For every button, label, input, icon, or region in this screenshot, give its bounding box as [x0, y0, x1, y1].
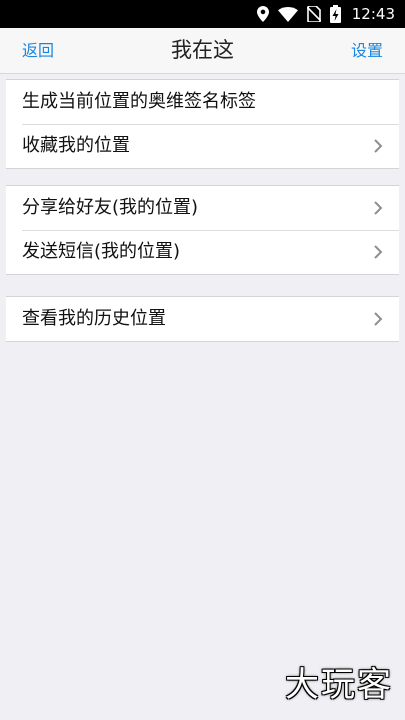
chevron-right-icon — [374, 312, 383, 326]
page-title: 我在这 — [171, 38, 234, 62]
menu-item-label: 收藏我的位置 — [22, 135, 130, 156]
chevron-right-icon — [374, 139, 383, 153]
wifi-icon — [277, 6, 298, 22]
status-icons: 12:43 — [256, 0, 395, 28]
menu-group-share: 分享给好友(我的位置) 发送短信(我的位置) — [6, 185, 399, 275]
menu-item-label: 查看我的历史位置 — [22, 308, 166, 329]
status-bar: 12:43 — [0, 0, 405, 28]
view-location-history-item[interactable]: 查看我的历史位置 — [6, 297, 399, 341]
chevron-right-icon — [374, 201, 383, 215]
watermark-logo: 大玩客 — [285, 665, 393, 705]
navigation-bar: 返回 我在这 设置 — [0, 28, 405, 74]
menu-item-label: 分享给好友(我的位置) — [22, 197, 199, 218]
settings-button[interactable]: 设置 — [351, 28, 383, 73]
send-sms-item[interactable]: 发送短信(我的位置) — [6, 230, 399, 274]
location-icon — [256, 6, 269, 22]
chevron-right-icon — [374, 245, 383, 259]
clock: 12:43 — [351, 5, 395, 23]
battery-charging-icon — [329, 5, 341, 23]
no-sim-icon — [306, 6, 321, 22]
menu-item-label: 发送短信(我的位置) — [22, 241, 181, 262]
favorite-location-item[interactable]: 收藏我的位置 — [6, 124, 399, 168]
menu-item-label: 生成当前位置的奥维签名标签 — [22, 91, 256, 112]
menu-group-history: 查看我的历史位置 — [6, 296, 399, 342]
share-to-friends-item[interactable]: 分享给好友(我的位置) — [6, 186, 399, 230]
generate-signature-tag-item[interactable]: 生成当前位置的奥维签名标签 — [6, 80, 399, 124]
menu-group-location: 生成当前位置的奥维签名标签 收藏我的位置 — [6, 79, 399, 169]
